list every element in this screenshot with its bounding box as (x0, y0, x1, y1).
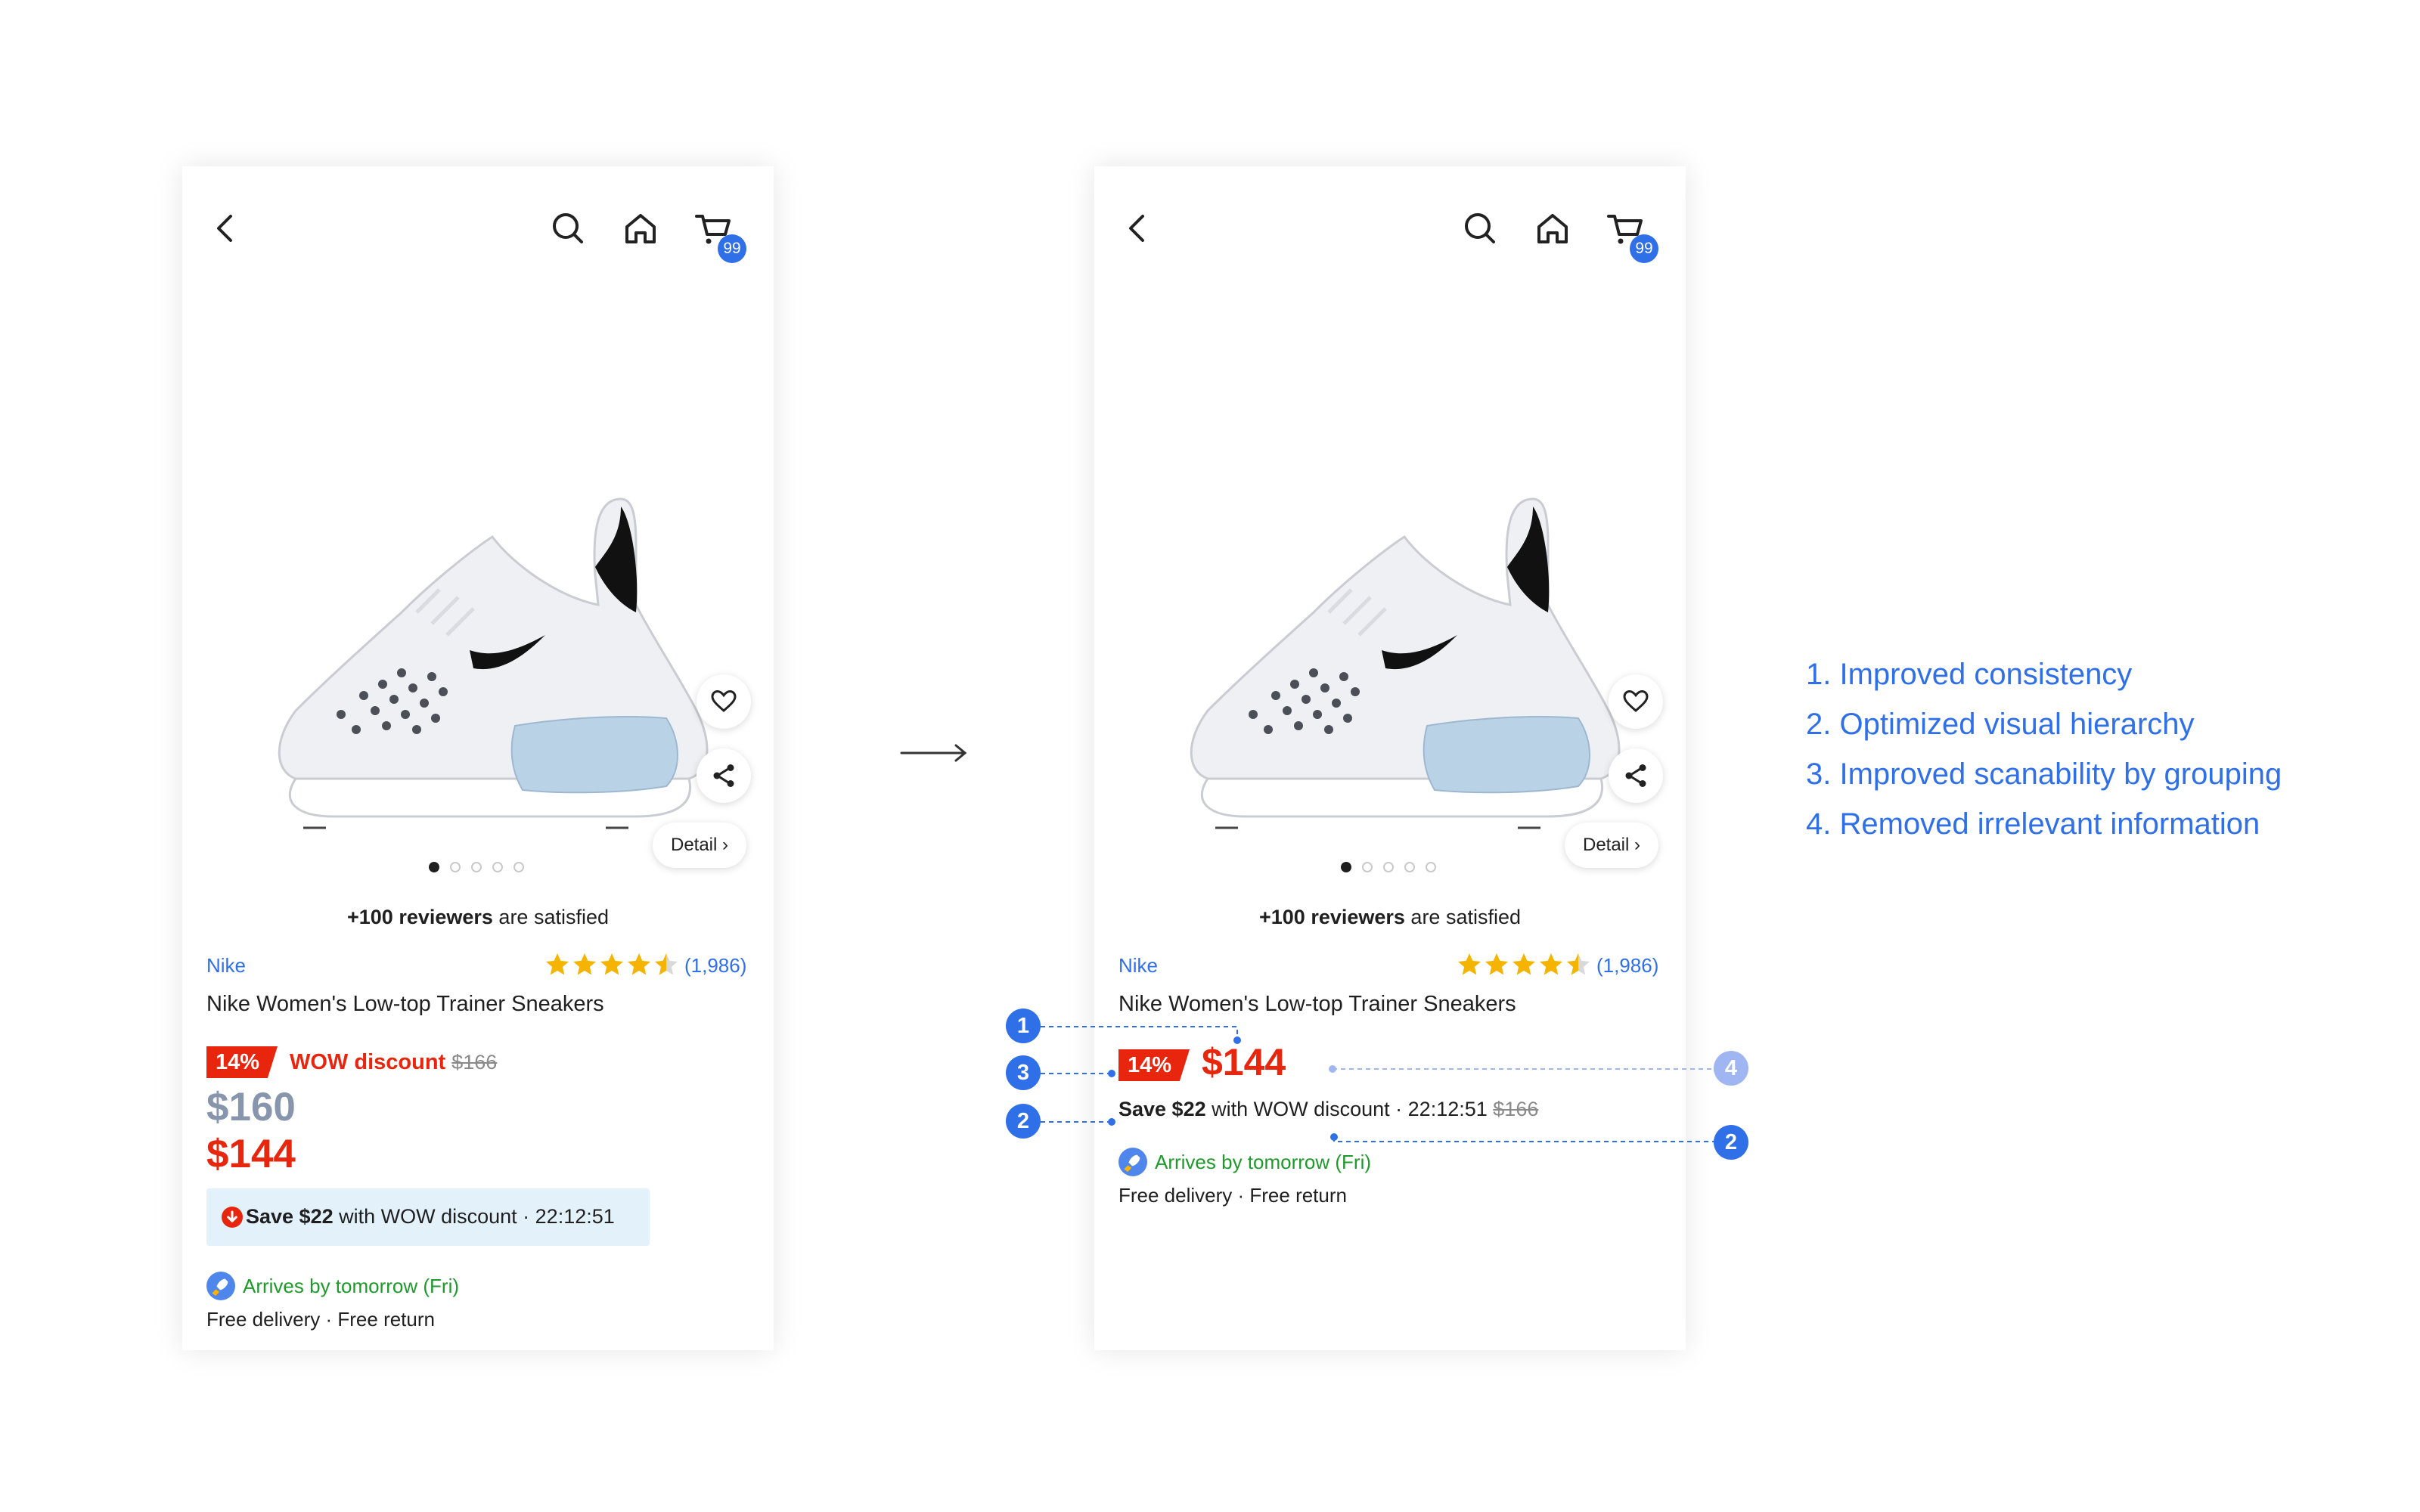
annotation-marker-2: 2 (1006, 1104, 1041, 1139)
annotation-marker-2b: 2 (1714, 1125, 1748, 1160)
note-item: 3. Improved scanability by grouping (1806, 758, 2282, 791)
note-item: 1. Improved consistency (1806, 658, 2133, 691)
annotation-marker-1: 1 (1006, 1009, 1041, 1043)
note-item: 2. Optimized visual hierarchy (1806, 708, 2195, 741)
note-item: 4. Removed irrelevant information (1806, 807, 2260, 841)
annotation-marker-3: 3 (1006, 1055, 1041, 1090)
annotation-connectors (1041, 1026, 1715, 1142)
annotation-marker-4: 4 (1714, 1051, 1748, 1086)
